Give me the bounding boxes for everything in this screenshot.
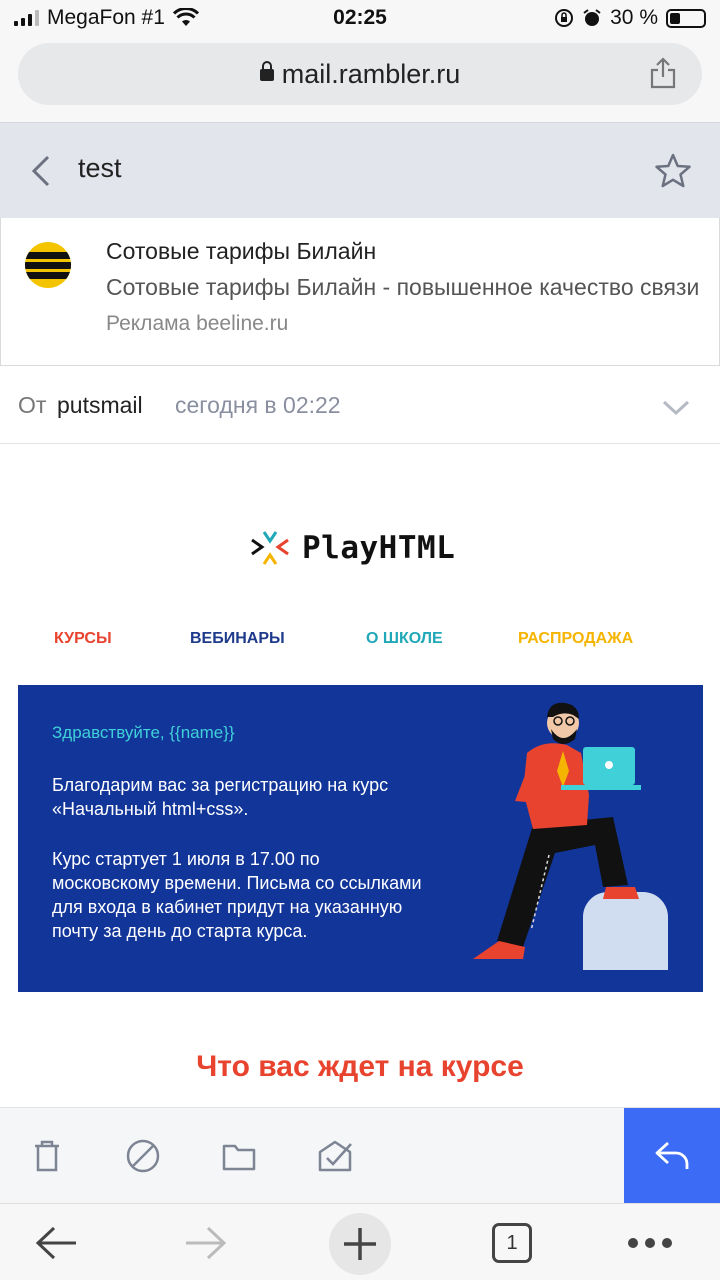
mark-read-icon[interactable] — [317, 1138, 353, 1174]
from-label: От — [18, 392, 47, 418]
logo-text: PlayHTML — [302, 530, 456, 566]
greeting: Здравствуйте, {{name}} — [52, 723, 235, 742]
tabs-icon[interactable]: 1 — [492, 1223, 532, 1263]
menu-courses[interactable]: Курсы — [54, 630, 112, 648]
browser-toolbar: 1 — [0, 1203, 720, 1280]
sender-row[interactable]: От putsmail сегодня в 02:22 — [0, 366, 720, 444]
playhtml-logo-icon — [251, 531, 289, 565]
address-bar[interactable]: mail.rambler.ru — [18, 43, 702, 105]
email-menu: Курсы Вебинары О школе Распродажа — [0, 630, 720, 654]
status-bar: MegaFon #1 02:25 30 % — [0, 0, 720, 36]
plus-icon — [344, 1228, 376, 1260]
back-chevron-icon[interactable] — [28, 153, 56, 189]
back-arrow-icon[interactable] — [34, 1224, 78, 1262]
orientation-lock-icon — [555, 9, 574, 27]
ad-description: Сотовые тарифы Билайн - повышенное качес… — [106, 274, 700, 300]
playhtml-logo[interactable]: PlayHTML — [250, 530, 455, 566]
url-text: mail.rambler.ru — [281, 59, 461, 89]
share-icon[interactable] — [648, 57, 678, 89]
mail-subject: test — [78, 153, 122, 183]
beeline-logo — [25, 242, 71, 288]
trash-icon[interactable] — [29, 1138, 65, 1174]
url-display[interactable]: mail.rambler.ru — [18, 59, 702, 90]
sender-name[interactable]: putsmail — [57, 392, 143, 419]
battery-percent: 30 % — [610, 6, 658, 29]
more-icon[interactable] — [628, 1238, 672, 1248]
welcome-banner: Здравствуйте, {{name}} Благодарим вас за… — [18, 685, 703, 992]
mail-header: test — [0, 122, 720, 218]
new-tab-button[interactable] — [329, 1213, 391, 1275]
browser-address-area: mail.rambler.ru — [0, 36, 720, 122]
ad-title[interactable]: Сотовые тарифы Билайн — [106, 238, 376, 265]
man-with-laptop-illustration — [473, 702, 668, 970]
ad-banner[interactable]: Сотовые тарифы Билайн Сотовые тарифы Бил… — [0, 218, 720, 366]
reply-button[interactable] — [624, 1108, 720, 1204]
menu-webinars[interactable]: Вебинары — [190, 630, 285, 648]
banner-paragraph-1: Благодарим вас за регистрацию на курс «Н… — [52, 775, 389, 819]
mail-toolbar — [0, 1107, 720, 1204]
forward-arrow-icon[interactable] — [184, 1224, 228, 1262]
reply-icon — [655, 1141, 689, 1169]
alarm-icon — [583, 9, 601, 26]
chevron-down-icon[interactable] — [662, 400, 690, 416]
block-icon[interactable] — [125, 1138, 161, 1174]
section-title: Что вас ждет на курсе — [196, 1050, 524, 1083]
folder-icon[interactable] — [221, 1138, 257, 1174]
banner-paragraph-2: Курс стартует 1 июля в 17.00 по московск… — [52, 849, 422, 941]
menu-sale[interactable]: Распродажа — [518, 630, 633, 648]
battery-icon — [666, 8, 706, 28]
ad-source: Реклама beeline.ru — [106, 312, 289, 335]
sent-date: сегодня в 02:22 — [175, 392, 341, 418]
lock-icon — [259, 61, 274, 81]
menu-about[interactable]: О школе — [366, 630, 443, 648]
system-indicators: 30 % — [554, 6, 706, 30]
star-icon[interactable] — [654, 153, 692, 189]
